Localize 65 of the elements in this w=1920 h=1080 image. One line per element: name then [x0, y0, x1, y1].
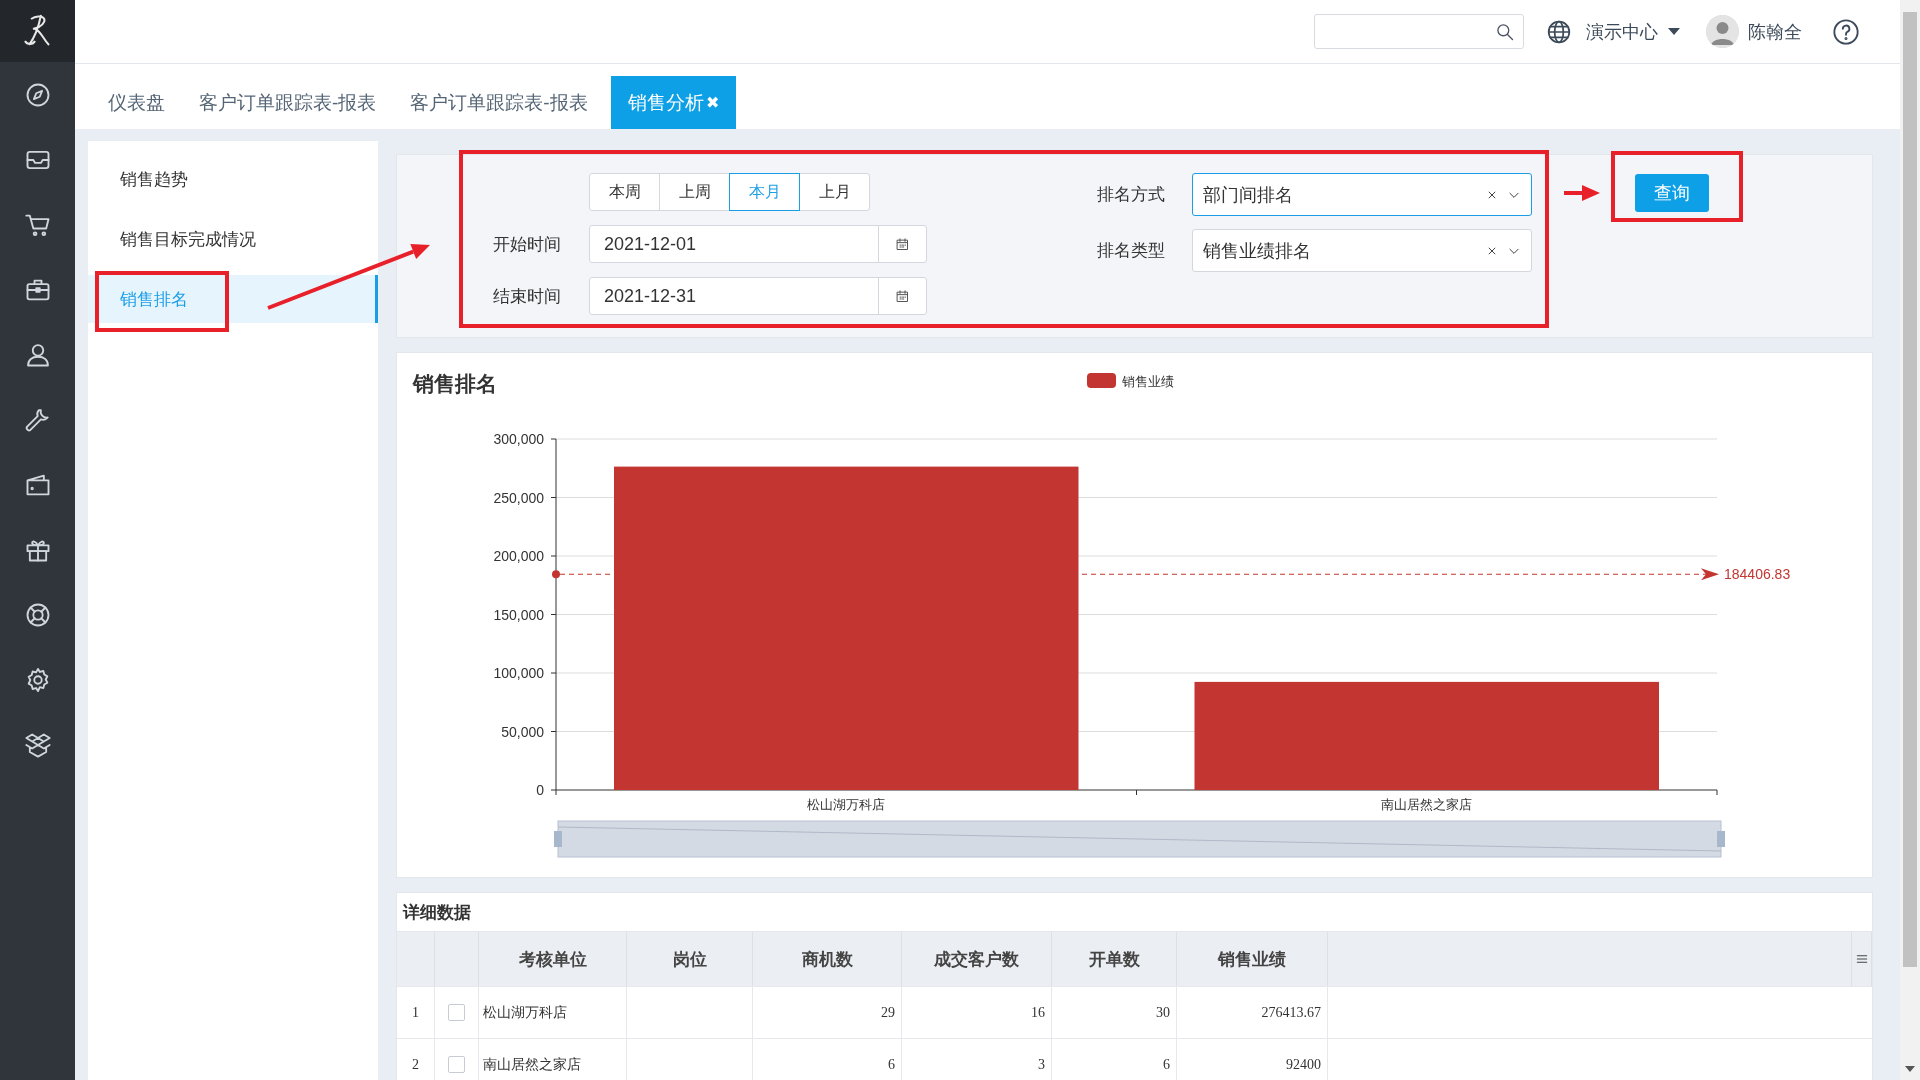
legend-label[interactable]: 销售业绩 [1122, 374, 1174, 389]
table-cell: 29 [753, 987, 902, 1038]
column-header[interactable]: 开单数 [1052, 932, 1177, 986]
table-cell: 6 [753, 1039, 902, 1080]
checkbox[interactable] [448, 1056, 465, 1073]
zoom-slider[interactable] [554, 820, 1725, 858]
checkbox[interactable] [448, 1004, 465, 1021]
search-field[interactable] [1314, 14, 1524, 49]
legend-swatch[interactable] [1087, 373, 1116, 388]
axis-tick-label: 100,000 [493, 665, 544, 681]
average-value-label: 184406.83 [1724, 566, 1791, 583]
section-title: 详细数据 [401, 901, 472, 924]
select-field[interactable]: 部门间排名 [1192, 173, 1532, 216]
globe-icon[interactable] [1546, 18, 1572, 45]
help-icon[interactable] [1832, 17, 1860, 46]
table-cell: 92400 [1177, 1039, 1328, 1080]
column-header[interactable]: 成交客户数 [902, 932, 1052, 986]
org-menu[interactable]: 演示中心 [1586, 19, 1680, 44]
calendar-icon [895, 236, 910, 252]
column-header[interactable]: 岗位 [627, 932, 753, 986]
period-button[interactable]: 上月 [799, 173, 870, 211]
caret-icon [1668, 27, 1680, 36]
field-label: 排名方式 [1097, 184, 1166, 206]
row-number: 1 [397, 987, 435, 1038]
field-label: 结束时间 [493, 285, 562, 308]
date-field[interactable]: 2021-12-31 [589, 277, 927, 315]
table-cell: 30 [1052, 987, 1177, 1038]
period-button[interactable]: 上周 [659, 173, 730, 211]
annotation-arrow [1564, 185, 1600, 201]
search-icon [1495, 21, 1515, 42]
scrollbar-thumb[interactable] [1903, 12, 1917, 967]
tab[interactable]: 客户订单跟踪表-报表 [393, 76, 605, 129]
chart-title: 销售排名 [413, 372, 497, 395]
tab[interactable]: 客户订单跟踪表-报表 [182, 76, 394, 129]
calendar-icon [895, 288, 910, 304]
row-number: 2 [397, 1039, 435, 1080]
axis-tick-label: 50,000 [501, 723, 544, 740]
tab[interactable]: 仪表盘 [91, 76, 182, 129]
table-cell: 3 [902, 1039, 1052, 1080]
period-button[interactable]: 本周 [589, 173, 660, 211]
table-cell: 6 [1052, 1039, 1177, 1080]
column-header[interactable]: 商机数 [753, 932, 902, 986]
axis-tick-label: 150,000 [493, 606, 544, 623]
table-cell: 16 [902, 987, 1052, 1038]
column-header[interactable]: 销售业绩 [1177, 932, 1328, 986]
axis-tick-label: 0 [536, 782, 544, 798]
category-label: 松山湖万科店 [807, 797, 886, 812]
axis-tick-label: 250,000 [493, 489, 544, 506]
user-name[interactable]: 陈翰全 [1748, 19, 1802, 44]
line-start-marker [552, 570, 560, 579]
field-label: 开始时间 [493, 233, 562, 256]
category-label: 南山居然之家店 [1381, 797, 1473, 812]
table-cell: 276413.67 [1177, 987, 1328, 1038]
avatar[interactable] [1706, 15, 1739, 48]
side-menu-item[interactable]: 销售目标完成情况 [88, 209, 378, 269]
table-cell: 南山居然之家店 [479, 1039, 627, 1080]
table-cell: 松山湖万科店 [479, 987, 627, 1038]
scroll-down-icon[interactable] [1905, 1066, 1915, 1074]
axis-tick-label: 200,000 [493, 548, 544, 564]
select-field[interactable]: 销售业绩排名 [1192, 229, 1532, 272]
column-header[interactable]: 考核单位 [479, 932, 627, 986]
field-label: 排名类型 [1097, 240, 1166, 262]
date-field[interactable]: 2021-12-01 [589, 225, 927, 263]
side-menu-item[interactable]: 销售趋势 [88, 149, 378, 209]
axis-tick-label: 300,000 [493, 431, 544, 447]
